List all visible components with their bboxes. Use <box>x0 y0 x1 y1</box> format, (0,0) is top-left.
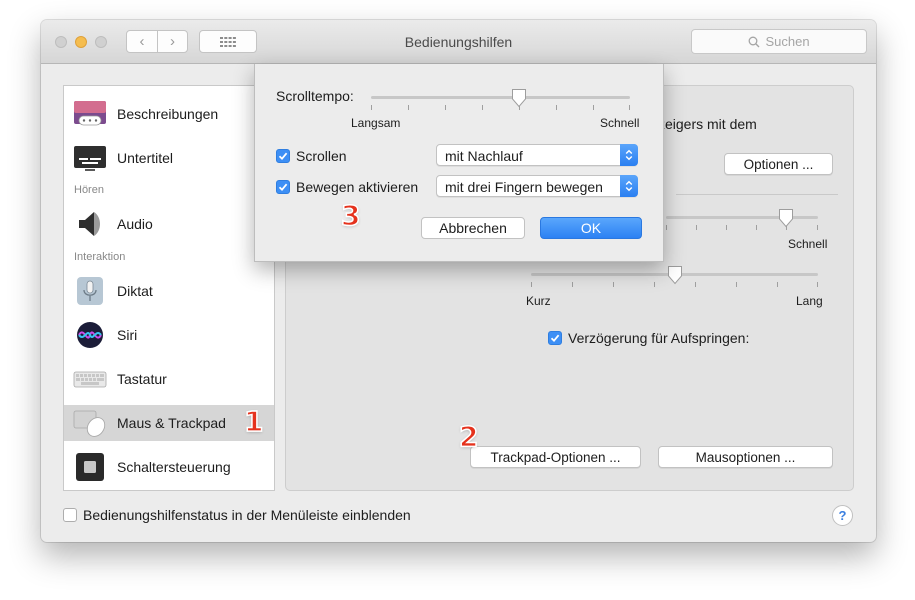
mouse-options-button[interactable]: Mausoptionen ... <box>658 446 833 468</box>
search-placeholder: Suchen <box>765 34 810 49</box>
slider-tick <box>777 282 778 287</box>
dragging-popup-value: mit drei Fingern bewegen <box>445 179 603 195</box>
divider <box>676 194 838 195</box>
sidebar-item-label: Maus & Trackpad <box>117 415 226 431</box>
scrolling-popup[interactable]: mit Nachlauf <box>436 144 638 166</box>
scroll-speed-label: Scrolltempo: <box>276 88 354 104</box>
keyboard-icon <box>73 364 107 394</box>
sidebar-item-label: Untertitel <box>117 150 174 166</box>
slider-tick <box>629 105 630 110</box>
slider-tick <box>556 105 557 110</box>
title-bar: ‹ › Bedienungshilfen Suchen <box>41 20 876 64</box>
step-marker-2: 2 <box>458 419 479 454</box>
slider-tick <box>736 282 737 287</box>
checkmark-icon <box>278 183 288 192</box>
sidebar-item-dictation[interactable]: Diktat <box>64 273 274 309</box>
menu-bar-status-label: Bedienungshilfenstatus in der Menüleiste… <box>83 507 411 523</box>
spring-loading-checkbox[interactable] <box>548 331 562 345</box>
slider-tick <box>817 225 818 230</box>
slider-tick <box>726 225 727 230</box>
slider-tick <box>371 105 372 110</box>
sidebar-item-label: Audio <box>117 216 153 232</box>
sidebar-item-siri[interactable]: Siri <box>64 317 274 353</box>
sidebar-item-descriptions[interactable]: Beschreibungen <box>64 96 274 132</box>
delay-max-label: Lang <box>796 294 823 308</box>
search-icon <box>749 36 760 47</box>
step-marker-3: 3 <box>340 198 361 233</box>
slider-knob[interactable] <box>667 265 683 285</box>
scrolling-label: Scrollen <box>296 148 347 164</box>
microphone-icon <box>73 276 107 306</box>
slider-tick <box>817 282 818 287</box>
slider-tick <box>445 105 446 110</box>
sidebar-item-label: Schaltersteuerung <box>117 459 231 475</box>
speed-max-label: Schnell <box>788 237 828 251</box>
trackpad-options-button[interactable]: Trackpad-Optionen ... <box>470 446 641 468</box>
slider-knob[interactable] <box>778 208 794 228</box>
slider-tick <box>408 105 409 110</box>
checkmark-icon <box>550 334 560 343</box>
sidebar-item-keyboard[interactable]: Tastatur <box>64 361 274 397</box>
slider-knob[interactable] <box>511 88 527 108</box>
scroll-min-label: Langsam <box>351 116 401 130</box>
dragging-label: Bewegen aktivieren <box>296 179 419 195</box>
slider-tick <box>696 225 697 230</box>
sidebar-item-label: Siri <box>117 327 138 343</box>
descriptions-icon <box>73 99 107 129</box>
popup-arrows-icon <box>620 144 638 166</box>
menu-bar-status-checkbox[interactable] <box>63 508 77 522</box>
siri-icon <box>73 320 107 350</box>
help-button[interactable]: ? <box>832 505 853 526</box>
slider-tick <box>666 225 667 230</box>
dragging-row: Bewegen aktivieren <box>276 179 418 195</box>
scrolling-checkbox[interactable] <box>276 149 290 163</box>
slider-tick <box>613 282 614 287</box>
dragging-checkbox[interactable] <box>276 180 290 194</box>
subtitles-icon <box>73 143 107 173</box>
switch-control-icon <box>73 452 107 482</box>
spring-loading-row: Verzögerung für Aufspringen: <box>548 330 749 346</box>
scroll-max-label: Schnell <box>600 116 640 130</box>
section-header-interaction: Interaktion <box>74 251 126 263</box>
trackpad-options-sheet: Scrolltempo: Langsam Schnell Scrollen mi… <box>254 64 664 262</box>
search-field[interactable]: Suchen <box>691 29 867 54</box>
ok-button[interactable]: OK <box>540 217 642 239</box>
slider-tick <box>695 282 696 287</box>
pointer-description-text: zeigers mit dem <box>658 116 757 132</box>
slider-track <box>371 96 630 99</box>
sidebar-item-audio[interactable]: Audio <box>64 206 274 242</box>
sidebar-item-label: Diktat <box>117 283 153 299</box>
scrolling-popup-value: mit Nachlauf <box>445 148 523 164</box>
spring-loading-label: Verzögerung für Aufspringen: <box>568 330 750 346</box>
sidebar-item-subtitles[interactable]: Untertitel <box>64 140 274 176</box>
mouse-trackpad-icon <box>73 408 107 438</box>
slider-tick <box>531 282 532 287</box>
step-marker-1: 1 <box>243 404 264 439</box>
slider-tick <box>572 282 573 287</box>
sidebar-item-label: Beschreibungen <box>117 106 219 122</box>
slider-tick <box>482 105 483 110</box>
delay-min-label: Kurz <box>526 294 551 308</box>
dragging-popup[interactable]: mit drei Fingern bewegen <box>436 175 638 197</box>
speaker-icon <box>73 209 107 239</box>
sidebar-item-mouse-trackpad[interactable]: Maus & Trackpad <box>64 405 274 441</box>
section-header-hearing: Hören <box>74 184 104 196</box>
sidebar-item-label: Tastatur <box>117 371 167 387</box>
slider-tick <box>756 225 757 230</box>
scrolling-row: Scrollen <box>276 148 347 164</box>
menu-bar-status-row: Bedienungshilfenstatus in der Menüleiste… <box>63 507 411 523</box>
slider-tick <box>654 282 655 287</box>
checkmark-icon <box>278 152 288 161</box>
options-button[interactable]: Optionen ... <box>724 153 833 175</box>
slider-tick <box>593 105 594 110</box>
popup-arrows-icon <box>620 175 638 197</box>
cancel-button[interactable]: Abbrechen <box>421 217 525 239</box>
sidebar-item-switch-control[interactable]: Schaltersteuerung <box>64 449 274 485</box>
slider-track <box>666 216 818 219</box>
